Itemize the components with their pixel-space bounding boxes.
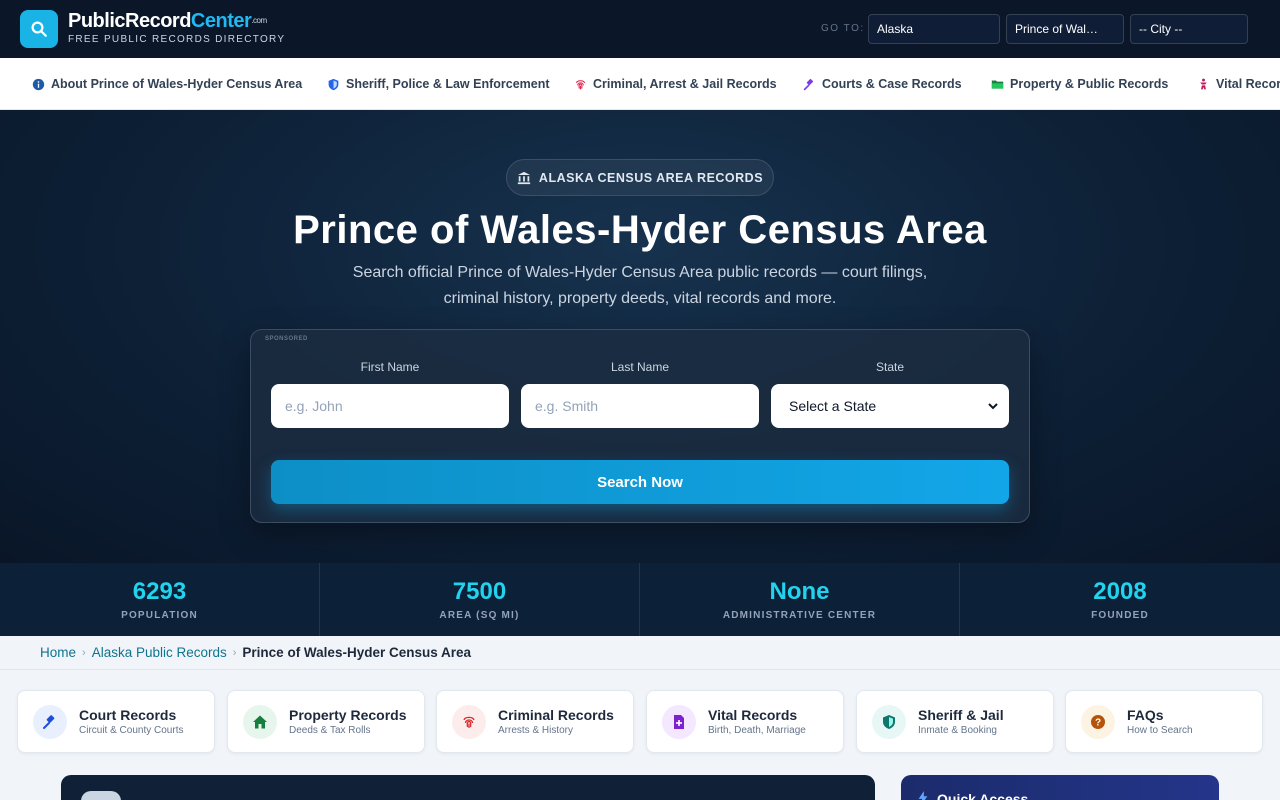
category-title: Sheriff & Jail <box>918 707 1004 723</box>
stat-value: 7500 <box>452 578 507 605</box>
section-nav: About Prince of Wales-Hyder Census Area … <box>0 58 1280 110</box>
hero-badge: ALASKA CENSUS AREA RECORDS <box>506 159 774 196</box>
nav-vital[interactable]: Vital Records <box>1197 58 1280 109</box>
state-label: State <box>875 360 905 374</box>
stat-label: FOUNDED <box>1091 610 1149 621</box>
category-subtitle: Deeds & Tax Rolls <box>289 725 371 736</box>
stat-area: 7500 AREA (SQ MI) <box>320 563 640 636</box>
hero-badge-text: ALASKA CENSUS AREA RECORDS <box>538 170 764 185</box>
brand-logo[interactable]: PublicRecordCenter.com FREE PUBLIC RECOR… <box>68 10 285 45</box>
question-icon: ? <box>1081 704 1115 739</box>
state-select[interactable]: Select a State <box>771 384 1009 428</box>
people-search-form: SPONSORED First Name Last Name State Sel… <box>250 329 1030 523</box>
category-title: FAQs <box>1127 707 1164 723</box>
gavel-icon <box>803 78 814 90</box>
vital-icon <box>1200 78 1207 89</box>
brand-tagline: FREE PUBLIC RECORDS DIRECTORY <box>68 34 286 45</box>
category-faqs[interactable]: ? FAQs How to Search <box>1065 690 1263 753</box>
stats-bar: 6293 POPULATION 7500 AREA (SQ MI) None A… <box>0 563 1280 636</box>
stat-population: 6293 POPULATION <box>0 563 320 636</box>
shield-icon <box>328 78 339 90</box>
goto-state-select[interactable]: Alaska <box>868 14 1000 44</box>
breadcrumb: Home › Alaska Public Records › Prince of… <box>0 636 1280 670</box>
sponsored-label: SPONSORED <box>265 336 308 342</box>
category-sheriff-jail[interactable]: Sheriff & Jail Inmate & Booking <box>856 690 1054 753</box>
stat-admin-center: None ADMINISTRATIVE CENTER <box>640 563 960 636</box>
chevron-right-icon: › <box>232 646 237 659</box>
nav-criminal[interactable]: Criminal, Arrest & Jail Records <box>574 58 777 109</box>
goto-county-select[interactable]: Prince of Wal… <box>1006 14 1124 44</box>
breadcrumb-home[interactable]: Home <box>40 645 76 660</box>
stat-founded: 2008 FOUNDED <box>960 563 1280 636</box>
category-property-records[interactable]: Property Records Deeds & Tax Rolls <box>227 690 425 753</box>
category-title: Vital Records <box>708 707 798 723</box>
state-select-value: Select a State <box>789 398 877 414</box>
brand-name: PublicRecord <box>68 10 191 32</box>
chevron-right-icon: › <box>82 646 86 659</box>
chevron-down-icon <box>988 403 998 410</box>
nav-label: Sheriff, Police & Law Enforcement <box>346 77 550 91</box>
nav-label: Vital Records <box>1216 77 1280 91</box>
nav-about[interactable]: About Prince of Wales-Hyder Census Area <box>32 58 303 109</box>
shield-icon <box>872 704 906 739</box>
nav-label: Criminal, Arrest & Jail Records <box>593 77 777 91</box>
brand-accent: Center <box>190 10 252 32</box>
category-title: Criminal Records <box>498 707 614 723</box>
gavel-icon <box>33 704 67 739</box>
page-title: Prince of Wales-Hyder Census Area <box>293 208 987 252</box>
svg-text:?: ? <box>1095 717 1101 728</box>
fingerprint-icon <box>452 704 486 739</box>
bolt-icon <box>918 791 928 800</box>
brand-suffix: .com <box>251 16 267 25</box>
hero-section: ALASKA CENSUS AREA RECORDS Prince of Wal… <box>0 110 1280 563</box>
nav-label: Courts & Case Records <box>822 77 962 91</box>
info-icon <box>32 78 45 90</box>
goto-city-select[interactable]: -- City -- <box>1130 14 1248 44</box>
folder-icon <box>991 79 1004 89</box>
category-subtitle: Inmate & Booking <box>918 725 997 736</box>
last-name-input[interactable] <box>521 384 759 428</box>
stat-value: 6293 <box>132 578 187 605</box>
breadcrumb-state[interactable]: Alaska Public Records <box>92 645 227 660</box>
category-criminal-records[interactable]: Criminal Records Arrests & History <box>436 690 634 753</box>
category-title: Property Records <box>289 707 407 723</box>
category-subtitle: Birth, Death, Marriage <box>708 725 806 736</box>
search-logo-icon[interactable] <box>20 10 58 48</box>
nav-courts[interactable]: Courts & Case Records <box>803 58 962 109</box>
stat-label: ADMINISTRATIVE CENTER <box>722 610 877 621</box>
category-subtitle: Arrests & History <box>498 725 574 736</box>
category-title: Court Records <box>79 707 177 723</box>
stat-label: POPULATION <box>121 610 198 621</box>
stat-value: None <box>769 578 830 605</box>
category-vital-records[interactable]: Vital Records Birth, Death, Marriage <box>646 690 844 753</box>
nav-property[interactable]: Property & Public Records <box>991 58 1169 109</box>
bank-icon <box>517 171 531 184</box>
document-plus-icon <box>662 704 696 739</box>
goto-label: GO TO: <box>821 23 865 34</box>
nav-label: About Prince of Wales-Hyder Census Area <box>51 77 303 91</box>
quick-access-panel: Quick Access <box>901 775 1219 800</box>
nav-sheriff[interactable]: Sheriff, Police & Law Enforcement <box>327 58 550 109</box>
search-now-button[interactable]: Search Now <box>271 460 1009 504</box>
last-name-label: Last Name <box>610 360 670 374</box>
stat-label: AREA (SQ MI) <box>439 610 520 621</box>
category-court-records[interactable]: Court Records Circuit & County Courts <box>17 690 215 753</box>
stat-value: 2008 <box>1093 578 1147 605</box>
first-name-input[interactable] <box>271 384 509 428</box>
breadcrumb-current: Prince of Wales-Hyder Census Area <box>242 645 471 660</box>
home-icon <box>243 704 277 739</box>
category-subtitle: Circuit & County Courts <box>79 725 184 736</box>
fingerprint-icon <box>575 79 586 89</box>
hero-subtitle: Search official Prince of Wales-Hyder Ce… <box>352 264 928 307</box>
category-subtitle: How to Search <box>1127 725 1193 736</box>
nav-label: Property & Public Records <box>1010 77 1169 91</box>
panel-icon <box>81 791 121 800</box>
first-name-label: First Name <box>360 360 420 374</box>
site-header: PublicRecordCenter.com FREE PUBLIC RECOR… <box>0 0 1280 58</box>
quick-access-title: Quick Access <box>937 791 1029 800</box>
content-panel <box>61 775 875 800</box>
